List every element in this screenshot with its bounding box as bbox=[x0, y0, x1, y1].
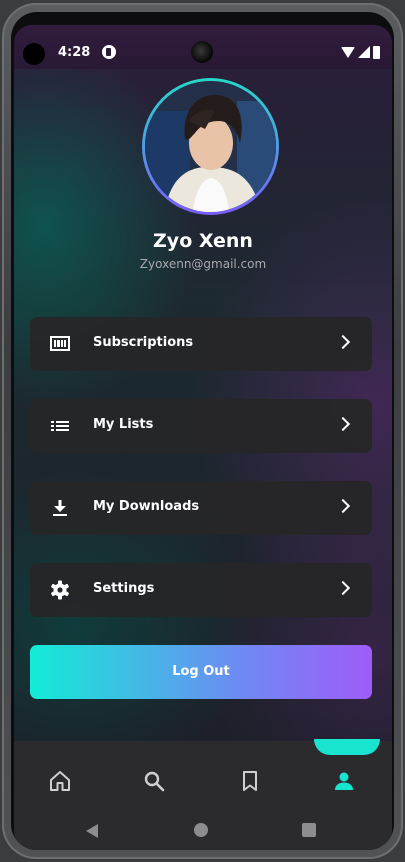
search-icon[interactable] bbox=[142, 769, 166, 793]
recents-icon[interactable] bbox=[302, 823, 316, 837]
bookmark-icon[interactable] bbox=[238, 769, 262, 793]
gear-icon bbox=[51, 580, 69, 600]
device-frame: 4:28 Zyo Xenn Zyoxenn@gmail.com Subscrip… bbox=[2, 3, 403, 859]
profile-icon[interactable] bbox=[332, 769, 356, 793]
menu-item-settings[interactable]: Settings bbox=[30, 563, 372, 617]
chevron-right-icon bbox=[335, 498, 351, 514]
chevron-right-icon bbox=[335, 334, 351, 350]
status-bar: 4:28 bbox=[14, 25, 392, 69]
menu-item-my-lists[interactable]: My Lists bbox=[30, 399, 372, 453]
notification-icon bbox=[102, 45, 116, 59]
active-tab-indicator bbox=[314, 739, 380, 755]
list-icon bbox=[51, 421, 69, 431]
profile-email: Zyoxenn@gmail.com bbox=[139, 257, 267, 271]
bottom-nav bbox=[14, 739, 392, 807]
front-camera bbox=[191, 41, 213, 63]
battery-icon bbox=[373, 45, 380, 59]
status-icons bbox=[341, 44, 380, 60]
screen: 4:28 Zyo Xenn Zyoxenn@gmail.com Subscrip… bbox=[14, 25, 392, 850]
menu-item-my-downloads[interactable]: My Downloads bbox=[30, 481, 372, 535]
logout-button[interactable]: Log Out bbox=[30, 645, 372, 699]
menu-item-subscriptions[interactable]: Subscriptions bbox=[30, 317, 372, 371]
avatar-ring bbox=[142, 78, 279, 215]
chevron-right-icon bbox=[335, 416, 351, 432]
device-bezel: 4:28 Zyo Xenn Zyoxenn@gmail.com Subscrip… bbox=[11, 12, 394, 850]
signal-icon bbox=[358, 46, 370, 58]
home-button-icon[interactable] bbox=[194, 823, 208, 837]
menu-label-my-lists: My Lists bbox=[93, 417, 154, 432]
profile-name: Zyo Xenn bbox=[153, 230, 253, 252]
menu-label-my-downloads: My Downloads bbox=[93, 499, 200, 514]
chevron-right-icon bbox=[335, 580, 351, 596]
system-nav-bar bbox=[14, 807, 392, 850]
menu-label-subscriptions: Subscriptions bbox=[93, 335, 194, 350]
wifi-icon bbox=[341, 46, 355, 58]
subscriptions-icon bbox=[50, 336, 70, 351]
home-icon[interactable] bbox=[48, 769, 72, 793]
status-time: 4:28 bbox=[58, 45, 91, 60]
menu-label-settings: Settings bbox=[93, 581, 155, 596]
download-icon bbox=[53, 500, 67, 516]
back-icon[interactable] bbox=[85, 823, 99, 839]
avatar[interactable] bbox=[145, 81, 276, 212]
camera-cutout bbox=[23, 43, 45, 65]
